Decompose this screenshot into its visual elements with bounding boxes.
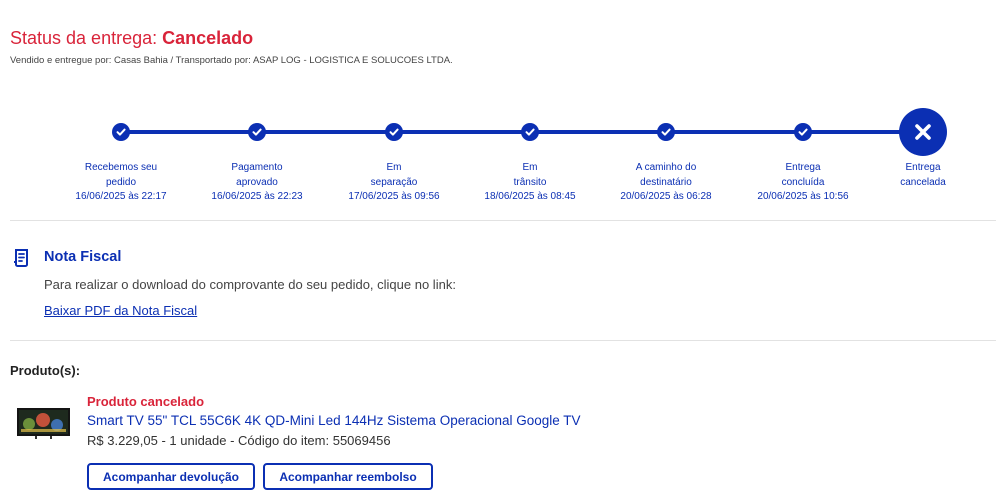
step-label: Em separação (370, 162, 418, 188)
check-icon (385, 123, 403, 141)
step-label: Entrega concluída (781, 162, 825, 188)
step-label: Recebemos seu pedido (84, 162, 158, 188)
section-divider (10, 220, 996, 221)
step-date: 18/06/2025 às 08:45 (484, 191, 576, 202)
product-status: Produto cancelado (87, 394, 205, 409)
check-icon (657, 123, 675, 141)
check-icon (521, 123, 539, 141)
step-label: Entrega cancelada (900, 162, 946, 188)
check-icon (794, 123, 812, 141)
seller-info: Vendido e entregue por: Casas Bahia / Tr… (10, 55, 453, 66)
step-date: 16/06/2025 às 22:23 (211, 191, 303, 202)
step-date: 20/06/2025 às 06:28 (620, 191, 712, 202)
product-details: R$ 3.229,05 - 1 unidade - Código do item… (87, 433, 391, 448)
nota-fiscal-description: Para realizar o download do comprovante … (44, 277, 456, 292)
step-label: Pagamento aprovado (231, 162, 283, 188)
tv-thumbnail (15, 398, 72, 448)
close-icon (899, 108, 947, 156)
step-date: 16/06/2025 às 22:17 (75, 191, 167, 202)
step-label: Em trânsito (513, 162, 547, 188)
delivery-tracker: Recebemos seu pedido 16/06/2025 às 22:17 … (0, 100, 996, 215)
check-icon (112, 123, 130, 141)
delivery-status-title: Status da entrega: Cancelado (10, 28, 253, 49)
nota-fiscal-title: Nota Fiscal (44, 249, 122, 265)
step-date: 17/06/2025 às 09:56 (348, 191, 440, 202)
products-section-label: Produto(s): (10, 363, 81, 378)
status-value: Cancelado (162, 28, 254, 48)
track-return-button[interactable]: Acompanhar devolução (87, 463, 255, 490)
section-divider (10, 340, 996, 341)
check-icon (248, 123, 266, 141)
track-refund-button[interactable]: Acompanhar reembolso (263, 463, 433, 490)
step-date: 20/06/2025 às 10:56 (757, 191, 849, 202)
step-label: A caminho do destinatário (635, 162, 697, 188)
product-name-link[interactable]: Smart TV 55" TCL 55C6K 4K QD-Mini Led 14… (87, 413, 581, 428)
receipt-icon (12, 248, 32, 273)
status-prefix: Status da entrega: (10, 28, 163, 48)
download-nota-fiscal-link[interactable]: Baixar PDF da Nota Fiscal (44, 303, 197, 318)
